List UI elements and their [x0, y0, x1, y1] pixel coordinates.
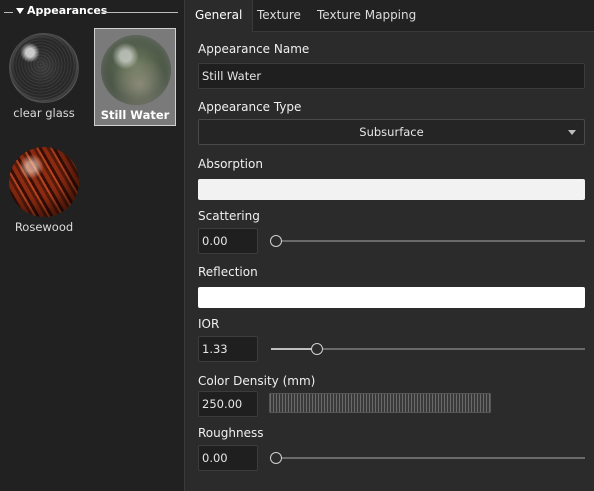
- scattering-slider-thumb[interactable]: [270, 235, 282, 247]
- header-divider-right: [102, 12, 178, 13]
- scattering-input[interactable]: 0.00: [198, 228, 258, 254]
- appearance-type-value: Subsurface: [359, 125, 424, 139]
- collapse-triangle-icon[interactable]: [16, 7, 24, 14]
- clear-glass-sphere-thumbnail: [9, 33, 79, 103]
- ior-slider-fill: [271, 348, 312, 350]
- appearance-properties-panel: General Texture Texture Mapping Appearan…: [185, 0, 594, 491]
- appearance-tile-label: Still Water: [100, 108, 170, 122]
- color-density-bar[interactable]: [269, 393, 491, 413]
- roughness-slider-track[interactable]: [271, 457, 585, 459]
- appearance-type-label: Appearance Type: [198, 100, 302, 114]
- roughness-label: Roughness: [198, 426, 264, 440]
- appearances-panel: Appearances clear glass Still Water Rose…: [0, 0, 185, 491]
- absorption-color-swatch[interactable]: [198, 179, 585, 200]
- appearance-tile-rosewood[interactable]: Rosewood: [3, 141, 85, 239]
- reflection-color-swatch[interactable]: [198, 287, 585, 308]
- appearance-tile-label: clear glass: [13, 106, 75, 120]
- ior-slider-thumb[interactable]: [310, 343, 323, 355]
- absorption-label: Absorption: [198, 157, 263, 171]
- appearance-tile-still-water[interactable]: Still Water: [94, 28, 176, 126]
- appearances-section-title[interactable]: Appearances: [16, 4, 107, 17]
- appearance-name-input[interactable]: Still Water: [198, 63, 585, 89]
- roughness-slider-thumb[interactable]: [270, 452, 282, 464]
- ior-label: IOR: [198, 317, 220, 331]
- tab-texture[interactable]: Texture: [247, 0, 311, 31]
- color-density-label: Color Density (mm): [198, 374, 316, 388]
- appearance-type-dropdown[interactable]: Subsurface: [198, 119, 585, 145]
- appearance-tile-label: Rosewood: [14, 220, 74, 234]
- scattering-label: Scattering: [198, 209, 260, 223]
- tab-bar: General Texture Texture Mapping: [185, 0, 594, 32]
- appearances-title: Appearances: [27, 4, 108, 17]
- rosewood-sphere-thumbnail: [9, 147, 79, 217]
- chevron-down-icon: [568, 130, 576, 135]
- ior-input[interactable]: 1.33: [198, 336, 258, 362]
- roughness-input[interactable]: 0.00: [198, 445, 258, 471]
- appearance-name-label: Appearance Name: [198, 42, 310, 56]
- scattering-slider-track[interactable]: [271, 240, 585, 242]
- tab-general[interactable]: General: [185, 0, 254, 32]
- color-density-input[interactable]: 250.00: [198, 391, 258, 417]
- reflection-label: Reflection: [198, 265, 258, 279]
- appearances-section-header[interactable]: Appearances: [0, 3, 184, 21]
- appearance-tile-clear-glass[interactable]: clear glass: [3, 27, 85, 125]
- still-water-sphere-thumbnail: [101, 35, 171, 105]
- tab-texture-mapping[interactable]: Texture Mapping: [307, 0, 426, 31]
- header-divider-left: [4, 12, 13, 13]
